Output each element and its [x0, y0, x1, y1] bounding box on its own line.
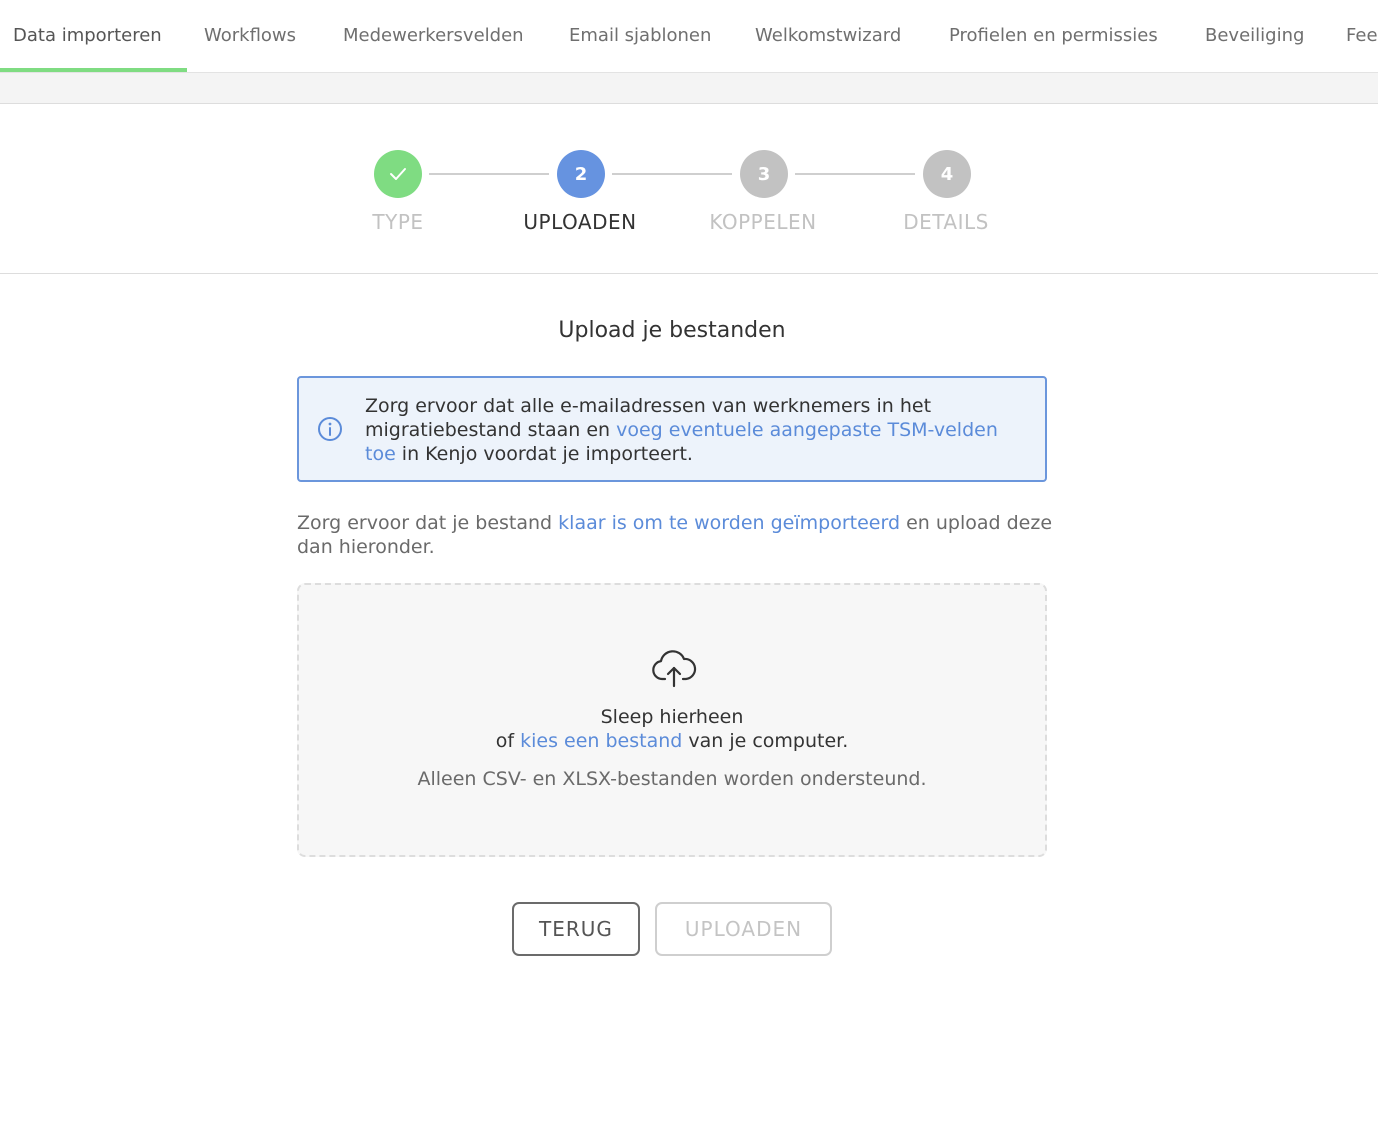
choose-file-text-part: van je computer. — [682, 730, 849, 752]
tab-medewerkersvelden[interactable]: Medewerkersvelden — [343, 0, 524, 72]
upload-instruction: Zorg ervoor dat je bestand klaar is om t… — [297, 511, 1057, 559]
instruction-text-part: Zorg ervoor dat je bestand — [297, 512, 559, 534]
supported-formats-hint: Alleen CSV- en XLSX-bestanden worden ond… — [417, 768, 927, 790]
step-2-circle: 2 — [557, 150, 605, 198]
choose-file-link[interactable]: kies een bestand — [520, 730, 682, 752]
tab-data-importeren[interactable]: Data importeren — [13, 0, 162, 72]
tab-fee[interactable]: Fee — [1346, 0, 1378, 72]
back-button[interactable]: TERUG — [512, 902, 640, 956]
settings-tabs: Data importeren Workflows Medewerkersvel… — [0, 0, 1378, 73]
step-3-label: KOPPELEN — [709, 210, 817, 234]
tab-workflows[interactable]: Workflows — [204, 0, 296, 72]
import-stepper: 2 3 4 TYPE UPLOADEN KOPPELEN DETAILS — [0, 104, 1378, 274]
choose-file-text-part: of — [495, 730, 521, 752]
step-2-label: UPLOADEN — [523, 210, 637, 234]
cloud-upload-icon — [652, 650, 697, 688]
active-tab-indicator — [0, 68, 187, 72]
info-callout: Zorg ervoor dat alle e-mailadressen van … — [297, 376, 1047, 482]
step-connector — [612, 173, 732, 175]
tab-beveiliging[interactable]: Beveiliging — [1205, 0, 1304, 72]
info-text-part: in Kenjo voordat je importeert. — [395, 443, 693, 465]
choose-file-line: of kies een bestand van je computer. — [299, 729, 1045, 753]
step-3-circle: 3 — [740, 150, 788, 198]
info-text: Zorg ervoor dat alle e-mailadressen van … — [365, 394, 1005, 466]
step-4-circle: 4 — [923, 150, 971, 198]
tab-profielen-en-permissies[interactable]: Profielen en permissies — [949, 0, 1158, 72]
drop-instruction: Sleep hierheen — [600, 706, 744, 728]
info-icon — [318, 417, 342, 441]
step-1-label: TYPE — [372, 210, 424, 234]
step-1-circle — [374, 150, 422, 198]
file-dropzone[interactable]: Sleep hierheen of kies een bestand van j… — [297, 583, 1047, 857]
toolbar-band — [0, 73, 1378, 104]
step-connector — [795, 173, 915, 175]
check-icon — [390, 168, 406, 180]
tab-email-sjablonen[interactable]: Email sjablonen — [569, 0, 711, 72]
step-connector — [429, 173, 549, 175]
tab-welkomstwizard[interactable]: Welkomstwizard — [755, 0, 901, 72]
ready-to-import-link[interactable]: klaar is om te worden geïmporteerd — [558, 512, 900, 534]
page-title: Upload je bestanden — [558, 318, 786, 343]
upload-button[interactable]: UPLOADEN — [655, 902, 832, 956]
step-4-label: DETAILS — [903, 210, 989, 234]
